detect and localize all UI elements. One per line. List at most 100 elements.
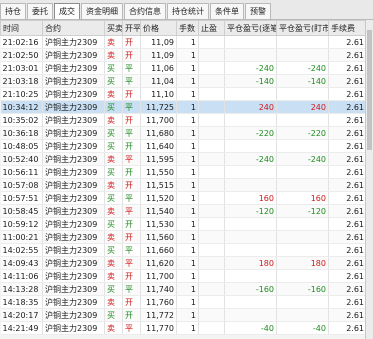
cell-side: 买	[104, 74, 123, 88]
table-row[interactable]: 10:36:18 沪铜主力2309 买平 11,680 1 -220 -220 2.61	[0, 126, 367, 140]
col-fee[interactable]: 手续费	[328, 20, 367, 36]
cell-contract: 沪铜主力2309	[42, 48, 105, 62]
tab-fund-details[interactable]: 资金明细	[81, 3, 123, 19]
cell-time: 10:48:05	[0, 139, 43, 153]
cell-price: 11,04	[140, 74, 177, 88]
col-contract[interactable]: 合约	[42, 20, 105, 36]
cell-side: 卖	[104, 204, 123, 218]
cell-time: 14:11:06	[0, 269, 43, 283]
cell-fee: 2.61	[328, 113, 367, 127]
cell-qty: 1	[176, 35, 199, 49]
cell-price: 11,760	[140, 295, 177, 309]
table-row[interactable]: 10:35:02 沪铜主力2309 卖开 11,700 1 2.61	[0, 113, 367, 127]
cell-qty: 1	[176, 100, 199, 114]
cell-open-close: 开	[122, 269, 141, 283]
tab-trades[interactable]: 成交	[54, 3, 80, 19]
cell-price: 11,515	[140, 178, 177, 192]
cell-contract: 沪铜主力2309	[42, 35, 105, 49]
cell-time: 14:21:49	[0, 321, 43, 335]
cell-fee: 2.61	[328, 61, 367, 75]
table-row[interactable]: 21:02:50 沪铜主力2309 卖开 11,09 1 2.61	[0, 48, 367, 62]
cell-contract: 沪铜主力2309	[42, 152, 105, 166]
cell-pnl-mark: -160	[276, 282, 329, 296]
table-row[interactable]: 10:52:40 沪铜主力2309 卖平 11,595 1 -240 -240 2.61	[0, 152, 367, 166]
col-price[interactable]: 价格	[140, 20, 177, 36]
table-row[interactable]: 14:13:28 沪铜主力2309 买平 11,740 1 -160 -160 2.61	[0, 282, 367, 296]
cell-side: 买	[104, 126, 123, 140]
cell-pnl-trade: -120	[224, 204, 277, 218]
cell-price: 11,770	[140, 321, 177, 335]
cell-open-close: 平	[122, 152, 141, 166]
cell-pnl-mark	[276, 48, 329, 62]
cell-fee: 2.61	[328, 87, 367, 101]
cell-fee: 2.61	[328, 269, 367, 283]
table-row[interactable]: 21:02:16 沪铜主力2309 卖开 11,09 1 2.61	[0, 35, 367, 49]
cell-fee: 2.61	[328, 282, 367, 296]
cell-price: 11,640	[140, 139, 177, 153]
cell-price: 11,772	[140, 308, 177, 322]
tab-positions[interactable]: 持仓	[0, 3, 26, 19]
table-row[interactable]: 10:59:12 沪铜主力2309 买开 11,530 1 2.61	[0, 217, 367, 231]
table-row[interactable]: 11:00:21 沪铜主力2309 卖开 11,560 1 2.61	[0, 230, 367, 244]
col-qty[interactable]: 手数	[176, 20, 199, 36]
cell-contract: 沪铜主力2309	[42, 61, 105, 75]
col-pnl-mark[interactable]: 平仓盈亏(盯市)	[276, 20, 329, 36]
col-open-close[interactable]: 开平	[122, 20, 141, 36]
cell-take-profit	[198, 74, 225, 88]
cell-contract: 沪铜主力2309	[42, 295, 105, 309]
table-row[interactable]: 14:11:06 沪铜主力2309 卖开 11,700 1 2.61	[0, 269, 367, 283]
tab-alerts[interactable]: 预警	[245, 3, 271, 19]
cell-side: 买	[104, 165, 123, 179]
scrollbar-thumb[interactable]	[367, 30, 372, 150]
tab-contract-info[interactable]: 合约信息	[124, 3, 166, 19]
table-row[interactable]: 10:57:51 沪铜主力2309 买平 11,520 1 160 160 2.61	[0, 191, 367, 205]
table-row[interactable]: 14:20:17 沪铜主力2309 买开 11,772 1 2.61	[0, 308, 367, 322]
cell-pnl-mark: -240	[276, 152, 329, 166]
cell-contract: 沪铜主力2309	[42, 282, 105, 296]
col-take-profit[interactable]: 止盈	[198, 20, 225, 36]
cell-price: 11,700	[140, 269, 177, 283]
cell-take-profit	[198, 217, 225, 231]
cell-pnl-trade	[224, 48, 277, 62]
cell-qty: 1	[176, 48, 199, 62]
table-row[interactable]: 21:03:18 沪铜主力2309 买平 11,04 1 -140 -140 2.61	[0, 74, 367, 88]
tab-conditional-orders[interactable]: 条件单	[210, 3, 244, 19]
cell-fee: 2.61	[328, 165, 367, 179]
cell-pnl-mark	[276, 295, 329, 309]
cell-qty: 1	[176, 217, 199, 231]
col-pnl-trade[interactable]: 平仓盈亏(逐笔)	[224, 20, 277, 36]
cell-contract: 沪铜主力2309	[42, 217, 105, 231]
table-row[interactable]: 21:03:01 沪铜主力2309 买平 11,06 1 -240 -240 2.61	[0, 61, 367, 75]
cell-side: 买	[104, 282, 123, 296]
cell-take-profit	[198, 282, 225, 296]
col-side[interactable]: 买卖	[104, 20, 123, 36]
cell-time: 14:20:17	[0, 308, 43, 322]
table-row[interactable]: 14:18:35 沪铜主力2309 卖开 11,760 1 2.61	[0, 295, 367, 309]
cell-price: 11,530	[140, 217, 177, 231]
table-row[interactable]: 10:34:12 沪铜主力2309 买平 11,725 1 240 240 2.61	[0, 100, 367, 114]
table-row[interactable]: 10:58:45 沪铜主力2309 卖平 11,540 1 -120 -120 2.61	[0, 204, 367, 218]
cell-pnl-trade: 240	[224, 100, 277, 114]
cell-side: 卖	[104, 321, 123, 335]
vertical-scrollbar[interactable]	[365, 20, 373, 339]
table-row[interactable]: 10:56:11 沪铜主力2309 买开 11,550 1 2.61	[0, 165, 367, 179]
cell-pnl-mark	[276, 87, 329, 101]
table-header-row: 时间 合约 买卖 开平 价格 手数 止盈 平仓盈亏(逐笔) 平仓盈亏(盯市) 手…	[0, 20, 367, 36]
table-row[interactable]: 10:57:08 沪铜主力2309 卖开 11,515 1 2.61	[0, 178, 367, 192]
cell-pnl-trade	[224, 35, 277, 49]
cell-price: 11,725	[140, 100, 177, 114]
table-row[interactable]: 14:09:43 沪铜主力2309 卖平 11,620 1 180 180 2.61	[0, 256, 367, 270]
cell-take-profit	[198, 230, 225, 244]
table-row[interactable]: 14:02:55 沪铜主力2309 买平 11,660 1 2.61	[0, 243, 367, 257]
table-row[interactable]: 21:10:25 沪铜主力2309 卖开 11,10 1 2.61	[0, 87, 367, 101]
cell-open-close: 开	[122, 217, 141, 231]
table-row[interactable]: 10:48:05 沪铜主力2309 买开 11,640 1 2.61	[0, 139, 367, 153]
cell-time: 10:59:12	[0, 217, 43, 231]
cell-price: 11,06	[140, 61, 177, 75]
col-time[interactable]: 时间	[0, 20, 43, 36]
tab-orders[interactable]: 委托	[27, 3, 53, 19]
cell-take-profit	[198, 61, 225, 75]
tab-position-stats[interactable]: 持仓统计	[167, 3, 209, 19]
table-row[interactable]: 14:21:49 沪铜主力2309 卖平 11,770 1 -40 -40 2.61	[0, 321, 367, 335]
cell-fee: 2.61	[328, 321, 367, 335]
